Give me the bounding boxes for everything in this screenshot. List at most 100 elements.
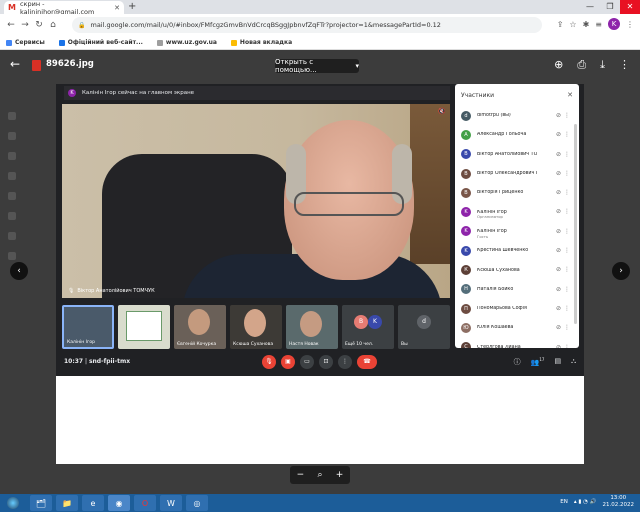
more-icon[interactable]: ⋮ xyxy=(564,228,570,235)
explorer-icon[interactable]: 🗂 xyxy=(30,495,52,511)
mic-toggle-icon[interactable]: 🎙 xyxy=(262,355,276,369)
extensions-icon[interactable]: ✱ xyxy=(583,20,590,29)
participant-row[interactable]: В Віктор Олександрович Г... ⊘ ⋮ xyxy=(455,164,579,183)
ie-icon[interactable]: e xyxy=(82,495,104,511)
home-button[interactable]: ⌂ xyxy=(46,20,60,30)
close-window-button[interactable]: ✕ xyxy=(620,0,640,14)
reload-button[interactable]: ↻ xyxy=(32,20,46,30)
thumbnail-tile[interactable]: B K Ещё 10 чел. xyxy=(342,305,394,349)
participant-row[interactable]: П Пономарьова Софія ⊘ ⋮ xyxy=(455,299,579,318)
folder-icon[interactable]: 📁 xyxy=(56,495,78,511)
bookmarks-bar: Сервисы Офіційний веб-сайт... www.uz.gov… xyxy=(0,36,640,50)
menu-icon[interactable]: ⋮ xyxy=(626,20,634,29)
more-icon[interactable]: ⋮ xyxy=(564,247,570,254)
captions-icon[interactable]: ▭ xyxy=(300,355,314,369)
language-indicator[interactable]: EN xyxy=(560,499,568,505)
thumbnail-tile[interactable]: d Вы xyxy=(398,305,450,349)
download-icon[interactable]: ⤓ xyxy=(600,58,605,72)
more-icon[interactable]: ⋮ xyxy=(564,305,570,312)
clock[interactable]: 13:00 21.02.2022 xyxy=(603,495,635,509)
camera-toggle-icon[interactable]: ▣ xyxy=(281,355,295,369)
more-icon[interactable]: ⋮ xyxy=(564,189,570,196)
profile-avatar[interactable]: K xyxy=(608,18,620,30)
thumbnail-strip: Калінін Ігор Євгеній Кочурка Ксюша Сухан… xyxy=(62,305,450,349)
thumbnail-tile[interactable]: Євгеній Кочурка xyxy=(174,305,226,349)
zoom-controls: − ⌕ + xyxy=(290,466,350,484)
participant-row[interactable]: K Крестина Шевченко ⊘ ⋮ xyxy=(455,241,579,260)
participant-row[interactable]: В Вікторія Гриценко ⊘ ⋮ xyxy=(455,183,579,202)
activities-icon[interactable]: ⛬ xyxy=(571,357,576,367)
tray-icons[interactable]: ▴ ▮ ◔ 🔊 xyxy=(574,499,597,505)
zoom-search-icon[interactable]: ⌕ xyxy=(317,470,322,480)
close-tab-icon[interactable]: ✕ xyxy=(114,4,120,12)
zoom-in-icon[interactable]: + xyxy=(336,470,344,480)
bookmark-official[interactable]: Офіційний веб-сайт... xyxy=(58,39,143,46)
glasses xyxy=(294,192,404,216)
more-icon[interactable]: ⋮ xyxy=(564,112,570,119)
browser-tab[interactable]: M скрин - kalininihor@gmail.com ✕ xyxy=(4,0,124,16)
prev-image-icon[interactable]: ‹ xyxy=(10,262,28,280)
scrollbar[interactable] xyxy=(574,124,577,324)
people-icon[interactable]: 👥17 xyxy=(531,357,545,367)
forward-button[interactable]: → xyxy=(18,20,32,30)
more-icon[interactable]: ⋮ xyxy=(564,151,570,158)
present-icon[interactable]: ⊡ xyxy=(319,355,333,369)
more-icon[interactable]: ⋮ xyxy=(564,208,570,215)
info-icon[interactable]: ⓘ xyxy=(514,357,521,367)
document-page xyxy=(56,376,584,464)
chat-icon[interactable]: ▤ xyxy=(554,357,561,367)
participant-name: Вікторія Гриценко xyxy=(477,190,524,196)
chrome-icon[interactable]: ◉ xyxy=(108,495,130,511)
lock-icon: 🔒 xyxy=(78,21,86,29)
url-text: mail.google.com/mail/u/0/#inbox/FMfcgzGm… xyxy=(90,21,441,29)
participant-avatar: Н xyxy=(461,284,471,295)
gmail-icon: M xyxy=(8,3,16,12)
participant-row[interactable]: Ю Юлія Кошаева ⊘ ⋮ xyxy=(455,318,579,337)
more-icon[interactable]: ⋮ xyxy=(564,266,570,273)
opera-icon[interactable]: O xyxy=(134,495,156,511)
hang-up-icon[interactable]: ☎ xyxy=(357,355,377,369)
more-icon[interactable]: ⋮ xyxy=(619,58,630,72)
bookmark-uz[interactable]: www.uz.gov.ua xyxy=(156,39,217,46)
more-options-icon[interactable]: ⋮ xyxy=(338,355,352,369)
close-icon[interactable]: ✕ xyxy=(567,91,573,99)
start-button[interactable] xyxy=(0,494,26,512)
thumbnail-tile[interactable]: Калінін Ігор xyxy=(62,305,114,349)
participant-row[interactable]: d dimotrpu (вы) ⊘ ⋮ xyxy=(455,106,579,125)
reading-list-icon[interactable]: ≡ xyxy=(595,20,602,29)
eye-app-icon[interactable]: ◎ xyxy=(186,495,208,511)
zoom-out-icon[interactable]: − xyxy=(297,470,305,480)
participant-row[interactable]: K Калінін Ігор Организатор ⊘ ⋮ xyxy=(455,202,579,221)
add-to-drive-icon[interactable]: ⊕ xyxy=(554,58,563,72)
next-image-icon[interactable]: › xyxy=(612,262,630,280)
more-icon[interactable]: ⋮ xyxy=(564,324,570,331)
new-tab-button[interactable]: + xyxy=(128,1,136,12)
share-icon[interactable]: ⇪ xyxy=(557,20,564,29)
print-icon[interactable]: ⎙ xyxy=(577,58,586,72)
more-icon[interactable]: ⋮ xyxy=(564,286,570,293)
address-bar[interactable]: 🔒 mail.google.com/mail/u/0/#inbox/FMfcgz… xyxy=(72,17,542,33)
thumbnail-tile[interactable] xyxy=(118,305,170,349)
participant-row[interactable]: К Ксюша Суханова ⊘ ⋮ xyxy=(455,260,579,279)
participant-row[interactable]: B Віктор Анатолійович ТО... ⊘ ⋮ xyxy=(455,145,579,164)
open-with-button[interactable]: Открыть с помощью... ▾ xyxy=(275,58,359,74)
more-icon[interactable]: ⋮ xyxy=(564,344,570,348)
presenter-avatar: K xyxy=(68,89,76,97)
back-button[interactable]: ← xyxy=(4,20,18,30)
star-icon[interactable]: ☆ xyxy=(569,20,576,29)
bookmark-newtab[interactable]: Новая вкладка xyxy=(230,39,292,46)
bookmark-apps[interactable]: Сервисы xyxy=(6,39,45,46)
participant-row[interactable]: Н Наталія Бойко ⊘ ⋮ xyxy=(455,280,579,299)
back-arrow-icon[interactable]: ← xyxy=(10,57,20,71)
participant-row[interactable]: A Александр Гольоча ⊘ ⋮ xyxy=(455,125,579,144)
participant-row[interactable]: С Стерлгова Лиана ⊘ ⋮ xyxy=(455,338,579,348)
more-icon[interactable]: ⋮ xyxy=(564,170,570,177)
minimize-button[interactable]: — xyxy=(580,0,600,14)
toolbar-icons: ⇪ ☆ ✱ ≡ K ⋮ xyxy=(557,18,634,30)
maximize-button[interactable]: ❐ xyxy=(600,0,620,14)
more-icon[interactable]: ⋮ xyxy=(564,131,570,138)
thumbnail-tile[interactable]: Настя Новак xyxy=(286,305,338,349)
word-icon[interactable]: W xyxy=(160,495,182,511)
participant-row[interactable]: K Калінін Ігор Гость ⊘ ⋮ xyxy=(455,222,579,241)
thumbnail-tile[interactable]: Ксюша Суханова xyxy=(230,305,282,349)
